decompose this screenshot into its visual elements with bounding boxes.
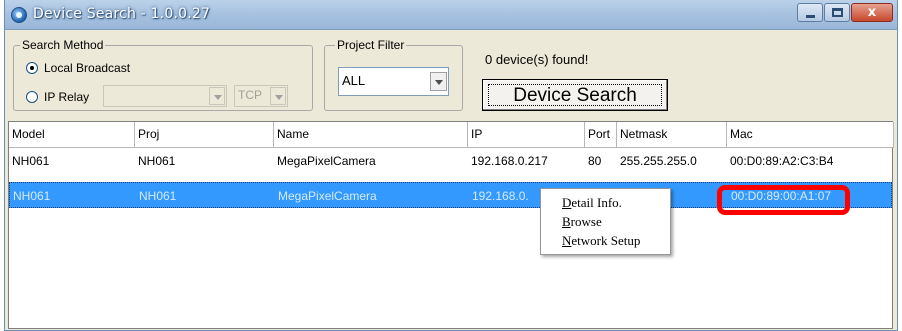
device-list[interactable]: Model Proj Name IP Port Netmask Mac NH06… [8, 121, 894, 329]
radio-ip-relay[interactable]: IP Relay [26, 90, 89, 104]
column-header-port[interactable]: Port [585, 122, 617, 148]
protocol-combo[interactable]: TCP [234, 85, 288, 107]
cell-model: NH061 [12, 154, 50, 168]
cell-netmask: 255.255.255.0 [620, 154, 697, 168]
cell-port: 80 [588, 154, 602, 168]
cell-name: MegaPixelCamera [278, 189, 377, 203]
radio-button-icon [26, 91, 38, 103]
mac-highlight-annotation [717, 185, 850, 215]
project-filter-group: Project Filter ALL [324, 38, 463, 111]
cell-name: MegaPixelCamera [277, 154, 376, 168]
protocol-value: TCP [238, 88, 262, 102]
minimize-button[interactable] [797, 3, 823, 22]
device-list-header: Model Proj Name IP Port Netmask Mac [9, 122, 894, 148]
window-title: Device Search - 1.0.0.27 [33, 6, 211, 22]
close-button[interactable]: x [851, 3, 893, 22]
table-row[interactable]: NH061 NH061 MegaPixelCamera 192.168.0.21… [9, 148, 892, 174]
cell-proj: NH061 [138, 154, 176, 168]
search-method-group: Search Method Local Broadcast IP Relay T… [13, 38, 313, 111]
context-menu: Detail Info. Browse Network Setup [540, 188, 671, 255]
project-filter-value: ALL [342, 73, 366, 88]
maximize-icon [832, 8, 843, 17]
cell-mac: 00:D0:89:A2:C3:B4 [730, 154, 834, 168]
devices-found-status: 0 device(s) found! [485, 52, 589, 67]
column-header-proj[interactable]: Proj [135, 122, 274, 148]
menu-item-network-setup[interactable]: Network Setup [562, 233, 640, 251]
chevron-down-icon [209, 87, 225, 105]
title-bar[interactable]: Device Search - 1.0.0.27 x [5, 0, 897, 30]
radio-ip-relay-label: IP Relay [44, 90, 90, 104]
menu-item-detail-info[interactable]: Detail Info. [562, 195, 622, 213]
column-header-mac[interactable]: Mac [727, 122, 894, 148]
maximize-button[interactable] [824, 3, 850, 22]
column-header-ip[interactable]: IP [468, 122, 585, 148]
ip-relay-combo[interactable] [103, 85, 227, 107]
cell-ip: 192.168.0.217 [471, 154, 548, 168]
cell-proj: NH061 [139, 189, 177, 203]
column-header-netmask[interactable]: Netmask [617, 122, 727, 148]
column-header-name[interactable]: Name [274, 122, 468, 148]
cell-model: NH061 [13, 189, 51, 203]
radio-button-icon [26, 62, 38, 74]
chevron-down-icon [270, 87, 286, 105]
device-search-button-label: Device Search [488, 84, 662, 106]
search-method-legend: Search Method [20, 38, 106, 52]
device-search-window: Device Search - 1.0.0.27 x Search Method… [4, 0, 898, 331]
device-search-button[interactable]: Device Search [482, 79, 668, 111]
window-controls: x [796, 3, 893, 23]
minimize-icon [806, 15, 815, 18]
column-header-model[interactable]: Model [9, 122, 135, 148]
app-icon [11, 7, 27, 23]
chevron-down-icon [430, 72, 447, 91]
project-filter-legend: Project Filter [335, 38, 407, 52]
project-filter-combo[interactable]: ALL [338, 67, 449, 96]
radio-local-broadcast[interactable]: Local Broadcast [26, 61, 130, 75]
radio-local-broadcast-label: Local Broadcast [44, 61, 131, 75]
menu-item-browse[interactable]: Browse [562, 214, 602, 232]
close-icon: x [867, 5, 877, 20]
